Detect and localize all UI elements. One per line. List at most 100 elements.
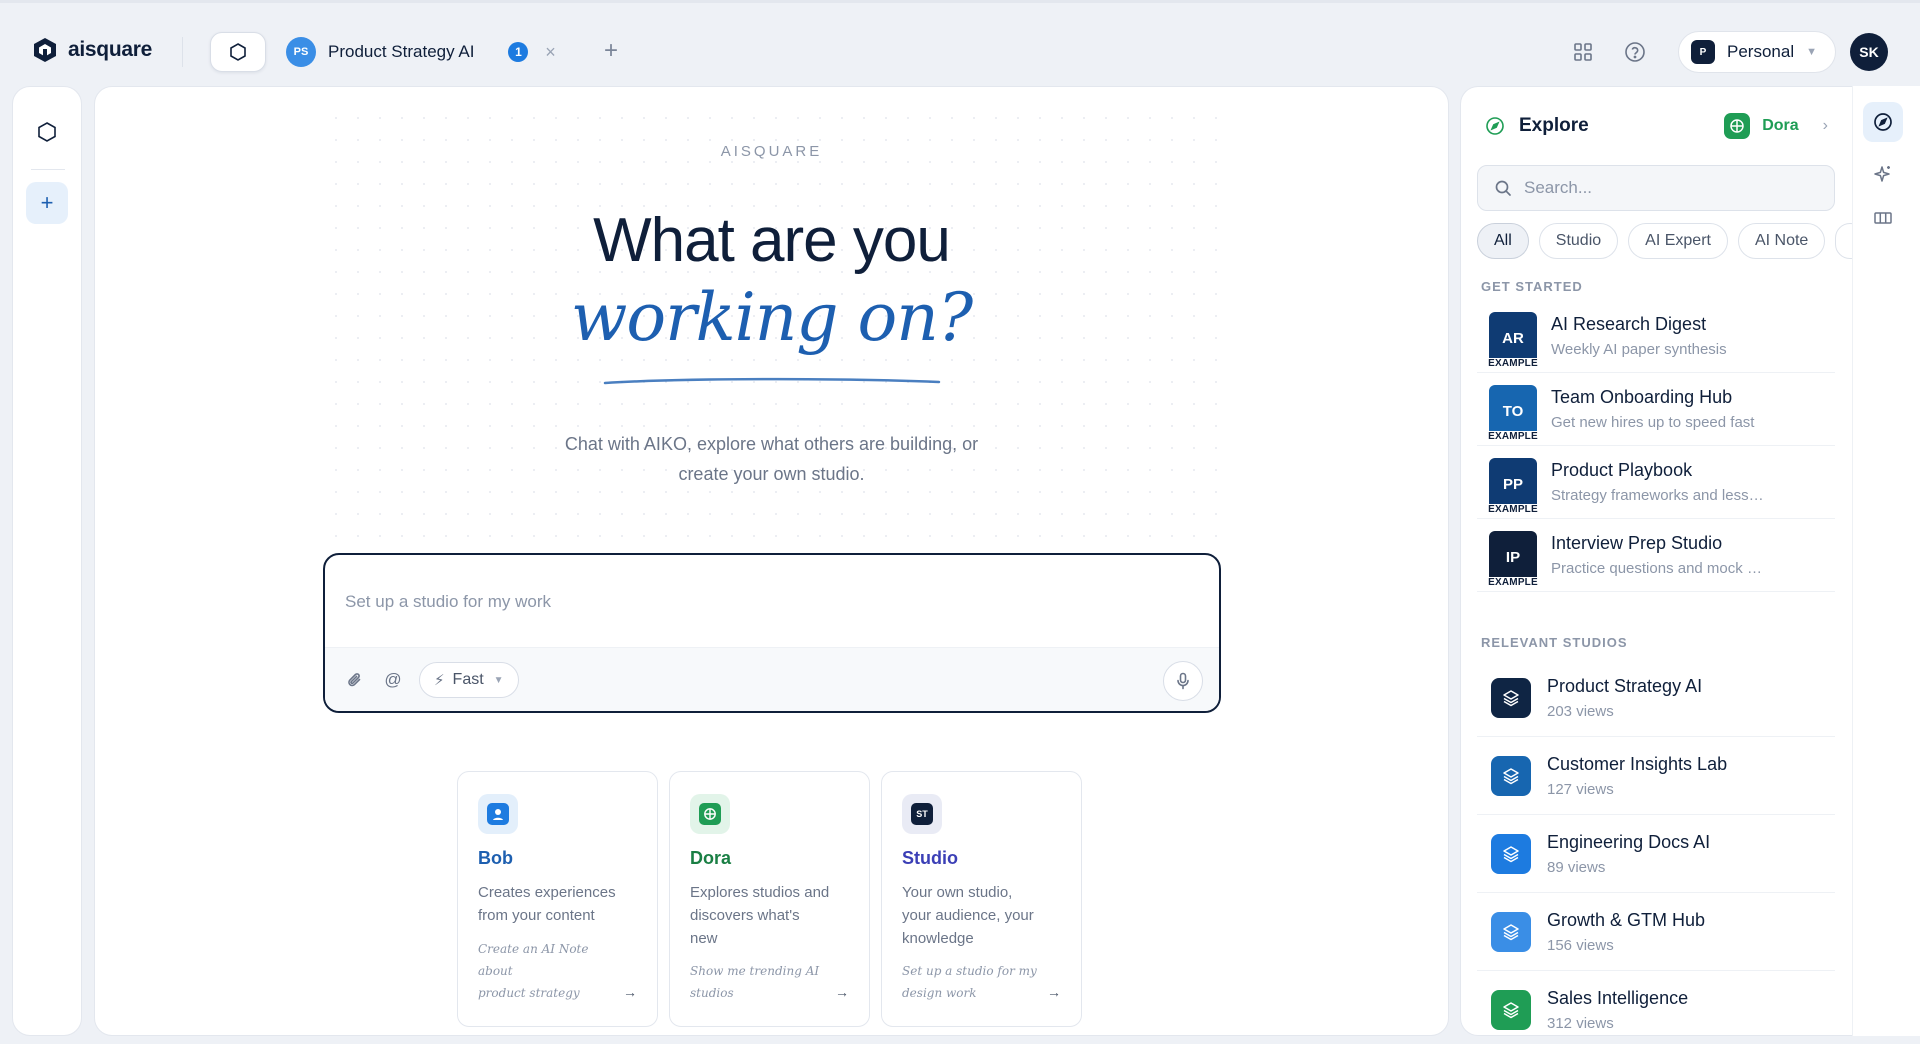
relevant-studio-item[interactable]: Customer Insights Lab 127 views [1477,737,1835,815]
dotted-background [325,107,1225,627]
dora-icon [1724,113,1751,139]
filter-chip-more[interactable] [1835,223,1852,259]
apps-grid-icon[interactable] [1570,39,1596,65]
add-tab-icon[interactable]: + [604,39,618,63]
user-avatar[interactable]: SK [1850,33,1888,71]
studio-name: Growth & GTM Hub [1547,909,1706,930]
hero-headline: What are you [593,206,951,275]
relevant-studio-item[interactable]: Product Strategy AI 203 views [1477,659,1835,737]
explore-compass-button[interactable] [1863,102,1903,142]
filter-chip-studio[interactable]: Studio [1538,223,1619,259]
agent-description-line: from your content [478,907,595,924]
dora-icon [690,794,730,834]
relevant-studio-item[interactable]: Sales Intelligence 312 views [1477,971,1835,1035]
workspace-switcher[interactable]: P Personal ▼ [1678,31,1836,73]
microphone-button[interactable] [1163,661,1203,701]
agent-description-line: Your own studio, [902,884,1013,901]
explore-search [1477,165,1835,211]
relevant-studio-item[interactable]: Growth & GTM Hub 156 views [1477,893,1835,971]
agent-prompt-suggestion[interactable]: Show me trending AI studios → [690,960,849,1004]
get-started-item[interactable]: TO EXAMPLE Team Onboarding Hub Get new h… [1477,373,1835,446]
get-started-item[interactable]: AR EXAMPLE AI Research Digest Weekly AI … [1477,300,1835,373]
relevant-studios-list: Product Strategy AI 203 views Customer I… [1477,659,1835,1035]
explore-search-input[interactable] [1524,178,1804,198]
item-title: AI Research Digest [1551,314,1707,334]
agent-prompt-text: Set up a studio for my design work [902,960,1041,1004]
agent-prompt-line: design work [902,986,977,1000]
explore-agent-switch[interactable]: Dora › [1724,113,1828,139]
rail-home-button[interactable] [26,111,68,153]
rail-add-button[interactable]: + [26,182,68,224]
item-description: Weekly AI paper synthesis [1551,341,1727,358]
hero-subtitle: Chat with AIKO, explore what others are … [95,429,1448,489]
hero-eyebrow: AISQUARE [720,143,823,160]
speed-mode-select[interactable]: ⚡ Fast ▼ [419,662,519,698]
hexagon-icon [38,122,56,142]
mention-icon[interactable]: @ [381,668,405,692]
studio-views: 89 views [1547,858,1606,876]
compass-icon [1874,113,1892,131]
hero-subtitle-line-1: Chat with AIKO, explore what others are … [564,434,979,454]
filter-chip-ai-note[interactable]: AI Note [1737,223,1826,259]
hexagon-icon [230,43,246,61]
studio-name: Product Strategy AI [1547,675,1703,696]
arrow-right-icon: → [1047,984,1061,1000]
right-rail [1852,86,1920,1036]
agent-prompt-line: studios [690,986,734,1000]
studio-name: Engineering Docs AI [1547,831,1711,852]
hero-headline-accent: working on? [570,279,973,356]
tab-avatar: PS [286,37,316,67]
ai-sparkle-button[interactable] [1863,154,1903,194]
rail-divider [31,169,65,170]
workspace-name: Personal [1727,42,1795,61]
agent-description-line: knowledge [902,930,974,947]
layers-icon [1491,833,1531,874]
composer-toolbar: @ ⚡ Fast ▼ [325,647,1219,711]
tab-product-strategy-ai[interactable]: PS Product Strategy AI 1 × [286,35,558,69]
relevant-studios-label: RELEVANT STUDIOS [1481,635,1628,650]
agent-card-studio[interactable]: ST Studio Your own studio, your audience… [881,771,1082,1027]
layers-icon [1491,911,1531,952]
filter-chip-ai-expert[interactable]: AI Expert [1628,223,1728,259]
studio-icon-badge: ST [911,803,933,825]
agent-description-line: your audience, your [902,907,1034,924]
compass-icon [1486,117,1504,135]
studio-icon: ST [902,794,942,834]
sparkle-icon [1874,166,1890,182]
get-started-item[interactable]: IP EXAMPLE Interview Prep Studio Practic… [1477,519,1835,592]
chat-input[interactable] [325,555,1219,649]
item-description: Strategy frameworks and lessons [1551,487,1766,504]
columns-button[interactable] [1863,198,1903,238]
explore-panel: Explore Dora › All Studio AI Expert AI N… [1460,86,1852,1036]
lightning-icon: ⚡ [434,672,445,689]
get-started-item[interactable]: PP EXAMPLE Product Playbook Strategy fra… [1477,446,1835,519]
item-title: Product Playbook [1551,460,1693,480]
home-tab[interactable] [210,32,266,72]
chevron-down-icon: ▼ [1806,46,1817,58]
item-description: Get new hires up to speed fast [1551,414,1755,431]
search-icon [1495,180,1511,196]
agent-prompt-suggestion[interactable]: Set up a studio for my design work → [902,960,1061,1004]
relevant-studio-item[interactable]: Engineering Docs AI 89 views [1477,815,1835,893]
attach-icon[interactable] [343,668,367,692]
tab-close-icon[interactable]: × [542,42,558,63]
studio-views: 156 views [1547,936,1614,954]
filter-chip-all[interactable]: All [1477,223,1529,259]
agent-description: Creates experiences from your content [478,881,637,927]
logo-hexagon-icon [34,38,56,62]
agent-description-line: Creates experiences [478,884,616,901]
topbar-divider [182,37,183,67]
chevron-right-icon: › [1822,117,1828,134]
explore-filter-chips: All Studio AI Expert AI Note [1477,223,1852,259]
chevron-down-icon: ▼ [493,674,504,686]
agent-prompt-text: Create an AI Note about product strategy [478,938,617,1004]
agent-card-dora[interactable]: Dora Explores studios and discovers what… [669,771,870,1027]
example-tag: EXAMPLE [1487,504,1539,518]
item-description: Practice questions and mock runs [1551,560,1766,577]
studio-views: 203 views [1547,702,1614,720]
agent-card-bob[interactable]: Bob Creates experiences from your conten… [457,771,658,1027]
app-logo[interactable]: aisquare [32,37,152,63]
help-icon[interactable] [1622,39,1648,65]
agent-prompt-text: Show me trending AI studios [690,960,829,1004]
agent-prompt-suggestion[interactable]: Create an AI Note about product strategy… [478,938,637,1004]
